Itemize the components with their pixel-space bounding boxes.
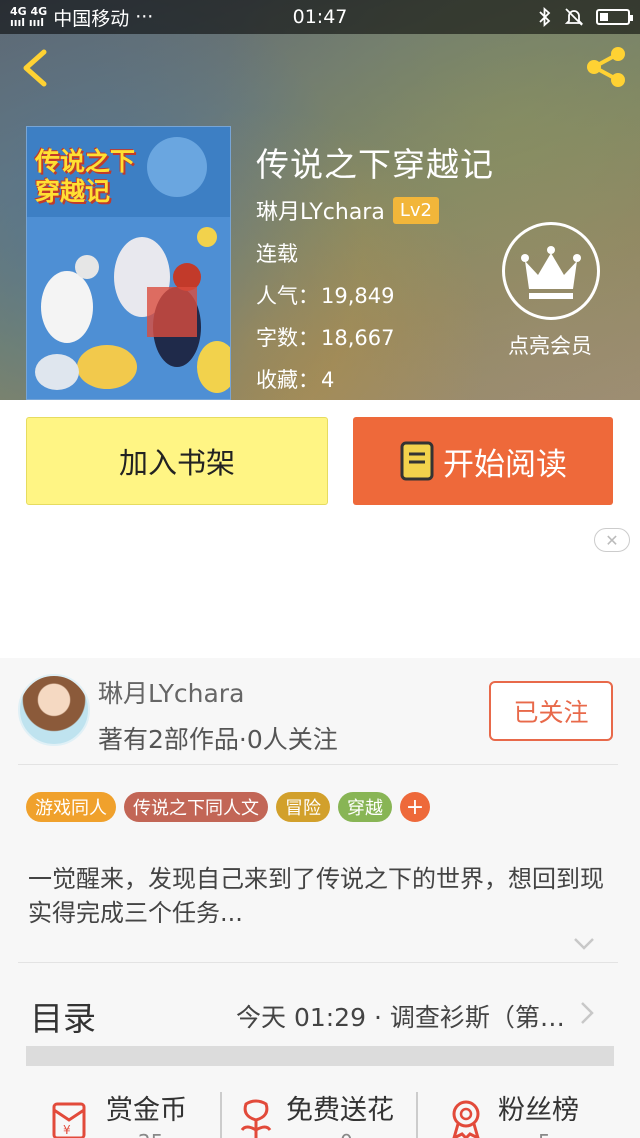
- favorites-stat: 收藏：4: [256, 364, 334, 394]
- red-envelope-icon: ¥: [52, 1102, 86, 1138]
- cover-title: 传说之下 穿越记: [35, 147, 136, 206]
- reward-coins-label: 赏金币: [106, 1095, 187, 1126]
- author-name[interactable]: 琳月LYchara: [256, 194, 385, 226]
- word-count-stat: 字数：18,667: [256, 322, 394, 352]
- tag-undertale-fanfic[interactable]: 传说之下同人文: [124, 792, 268, 822]
- share-icon[interactable]: [582, 44, 630, 90]
- follow-button[interactable]: 已关注: [489, 681, 613, 741]
- popularity-stat: 人气：19,849: [256, 280, 394, 310]
- table-of-contents-row[interactable]: 目录 今天 01:29 · 调查衫斯（第一章）: [0, 964, 640, 1054]
- add-to-shelf-button[interactable]: 加入书架: [26, 417, 328, 505]
- flower-icon: [240, 1099, 272, 1138]
- fan-ranking-label: 粉丝榜: [498, 1095, 579, 1126]
- detail-section: 琳月LYchara 著有2部作品·0人关注 已关注 游戏同人 传说之下同人文 冒…: [0, 658, 640, 1138]
- popularity-value: 19,849: [321, 284, 395, 308]
- status-bar: 4G 4G ıııl ıııl 中国移动 ··· 01:47: [0, 0, 640, 34]
- back-icon[interactable]: [16, 46, 56, 90]
- medal-icon: [452, 1100, 480, 1138]
- synopsis-text: 一觉醒来，发现自己来到了传说之下的世界，想回到现实得完成三个任务...: [28, 865, 604, 927]
- level-badge: Lv2: [392, 196, 439, 224]
- start-reading-label: 开始阅读: [443, 446, 567, 483]
- vip-label[interactable]: 点亮会员: [490, 330, 610, 360]
- vip-button[interactable]: [502, 222, 600, 320]
- reward-coins-value: 25: [138, 1130, 163, 1138]
- svg-text:¥: ¥: [63, 1123, 71, 1137]
- status-time: 01:47: [292, 6, 348, 28]
- fan-ranking-value: 5: [538, 1130, 551, 1138]
- author-avatar[interactable]: [18, 674, 90, 746]
- section-divider-bar: [26, 1046, 614, 1066]
- battery-icon: [596, 9, 633, 25]
- popularity-label: 人气：: [256, 284, 319, 308]
- book-icon: [400, 441, 434, 481]
- expand-chevron-icon[interactable]: [572, 936, 596, 952]
- close-ad-icon[interactable]: ✕: [594, 528, 630, 552]
- free-flowers-label: 免费送花: [286, 1095, 394, 1126]
- latest-chapter: 今天 01:29 · 调查衫斯（第一章）: [236, 1003, 576, 1032]
- author-line: 琳月LYchara Lv2: [256, 194, 439, 226]
- start-reading-button[interactable]: 开始阅读: [353, 417, 613, 505]
- add-tag-button[interactable]: +: [400, 792, 430, 822]
- stat-divider: [220, 1092, 222, 1138]
- tag-time-travel[interactable]: 穿越: [338, 792, 392, 822]
- tag-list: 游戏同人 传说之下同人文 冒险 穿越 +: [26, 792, 430, 822]
- action-bar: 加入书架 开始阅读: [0, 400, 640, 522]
- chevron-right-icon: [581, 1002, 594, 1024]
- divider: [18, 764, 618, 765]
- toc-label: 目录: [30, 999, 96, 1038]
- author-card-stats: 著有2部作品·0人关注: [98, 725, 338, 754]
- book-title: 传说之下穿越记: [256, 145, 494, 184]
- bottom-stats-row: ¥ 赏金币 25 免费送花 0 粉丝榜 5: [0, 1078, 640, 1138]
- crown-icon: [521, 246, 581, 299]
- book-cover[interactable]: 传说之下 穿越记: [26, 126, 231, 400]
- words-label: 字数：: [256, 326, 319, 350]
- serial-status: 连载: [256, 242, 298, 266]
- book-header: 4G 4G ıııl ıııl 中国移动 ··· 01:47 传说之下 穿越记 …: [0, 0, 640, 400]
- words-value: 18,667: [321, 326, 395, 350]
- free-flowers-value: 0: [340, 1130, 353, 1138]
- author-card-name[interactable]: 琳月LYchara: [98, 674, 244, 710]
- stat-divider: [416, 1092, 418, 1138]
- divider: [18, 962, 618, 963]
- ad-banner: ✕: [0, 522, 640, 658]
- tag-game-fanfic[interactable]: 游戏同人: [26, 792, 116, 822]
- favorites-value: 4: [321, 368, 335, 392]
- favorites-label: 收藏：: [256, 368, 319, 392]
- tag-adventure[interactable]: 冒险: [276, 792, 330, 822]
